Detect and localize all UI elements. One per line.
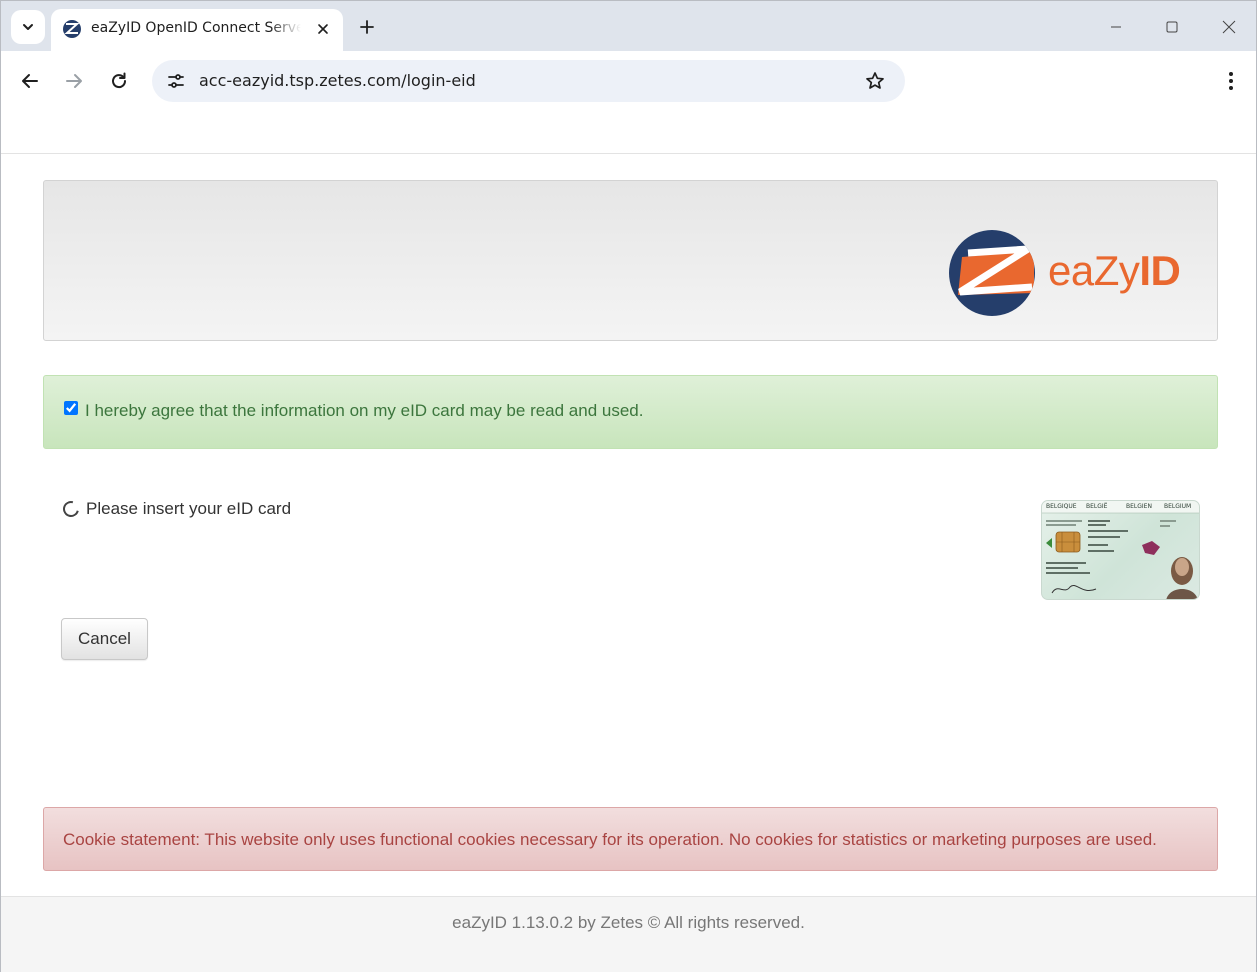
star-icon [866,72,884,89]
arrow-left-icon [22,74,38,88]
plus-icon [360,20,374,34]
maximize-icon [1166,21,1178,33]
eazyid-logo: eaZyID [948,229,1198,319]
footer-text: eaZyID 1.13.0.2 by Zetes © All rights re… [452,913,805,932]
header-panel: eaZyID [43,180,1218,341]
browser-menu-button[interactable] [1215,65,1247,97]
tab-close-button[interactable] [311,17,335,41]
eazyid-logo-mark-icon [949,230,1035,316]
eid-card-illustration [1042,501,1199,599]
consent-alert: I hereby agree that the information on m… [43,375,1218,449]
logo-wordmark: eaZyID [1048,247,1181,295]
eazyid-favicon-icon [63,20,81,38]
loading-spinner-icon [60,498,82,520]
site-info-button[interactable] [162,67,190,95]
consent-label[interactable]: I hereby agree that the information on m… [85,401,644,421]
minimize-icon [1111,26,1121,28]
tune-icon [168,74,184,88]
reload-button[interactable] [103,65,135,97]
url-text: acc-eazyid.tsp.zetes.com/login-eid [199,71,476,90]
cookie-statement: Cookie statement: This website only uses… [43,807,1218,871]
maximize-button[interactable] [1149,11,1195,43]
logo-text-bold: ID [1139,247,1181,294]
card-header-fr: BELGIQUE [1046,503,1077,510]
reload-icon [112,72,127,89]
tab-title: eaZyID OpenID Connect Server - Login [91,20,301,36]
toolbar-divider [1,153,1256,154]
tab-search-button[interactable] [11,10,45,44]
page-footer: eaZyID 1.13.0.2 by Zetes © All rights re… [1,896,1256,972]
address-bar[interactable]: acc-eazyid.tsp.zetes.com/login-eid [152,60,905,102]
cookie-statement-text: Cookie statement: This website only uses… [63,830,1157,849]
cancel-button[interactable]: Cancel [61,618,148,660]
eid-card-image: BELGIQUE BELGIË BELGIEN BELGIUM [1041,500,1200,600]
status-message: Please insert your eID card [86,499,292,518]
close-window-button[interactable] [1206,11,1252,43]
back-button[interactable] [14,65,46,97]
consent-checkbox[interactable] [64,401,78,415]
forward-button[interactable] [58,65,90,97]
browser-tab-active[interactable]: eaZyID OpenID Connect Server - Login [51,9,343,51]
browser-toolbar: acc-eazyid.tsp.zetes.com/login-eid [1,51,1256,111]
minimize-button[interactable] [1093,11,1139,43]
browser-window: eaZyID OpenID Connect Server - Login [0,0,1257,972]
close-icon [318,24,328,34]
more-vertical-icon [1229,72,1233,90]
bookmark-button[interactable] [861,67,889,95]
tab-strip: eaZyID OpenID Connect Server - Login [1,1,1256,51]
card-header-nl: BELGIË [1086,503,1108,510]
close-icon [1222,20,1236,34]
new-tab-button[interactable] [353,13,381,41]
card-header-de: BELGIEN [1126,503,1152,510]
card-header-en: BELGIUM [1164,503,1192,510]
arrow-right-icon [66,74,82,88]
chevron-down-icon [23,24,33,30]
logo-text-light: eaZy [1048,247,1140,294]
